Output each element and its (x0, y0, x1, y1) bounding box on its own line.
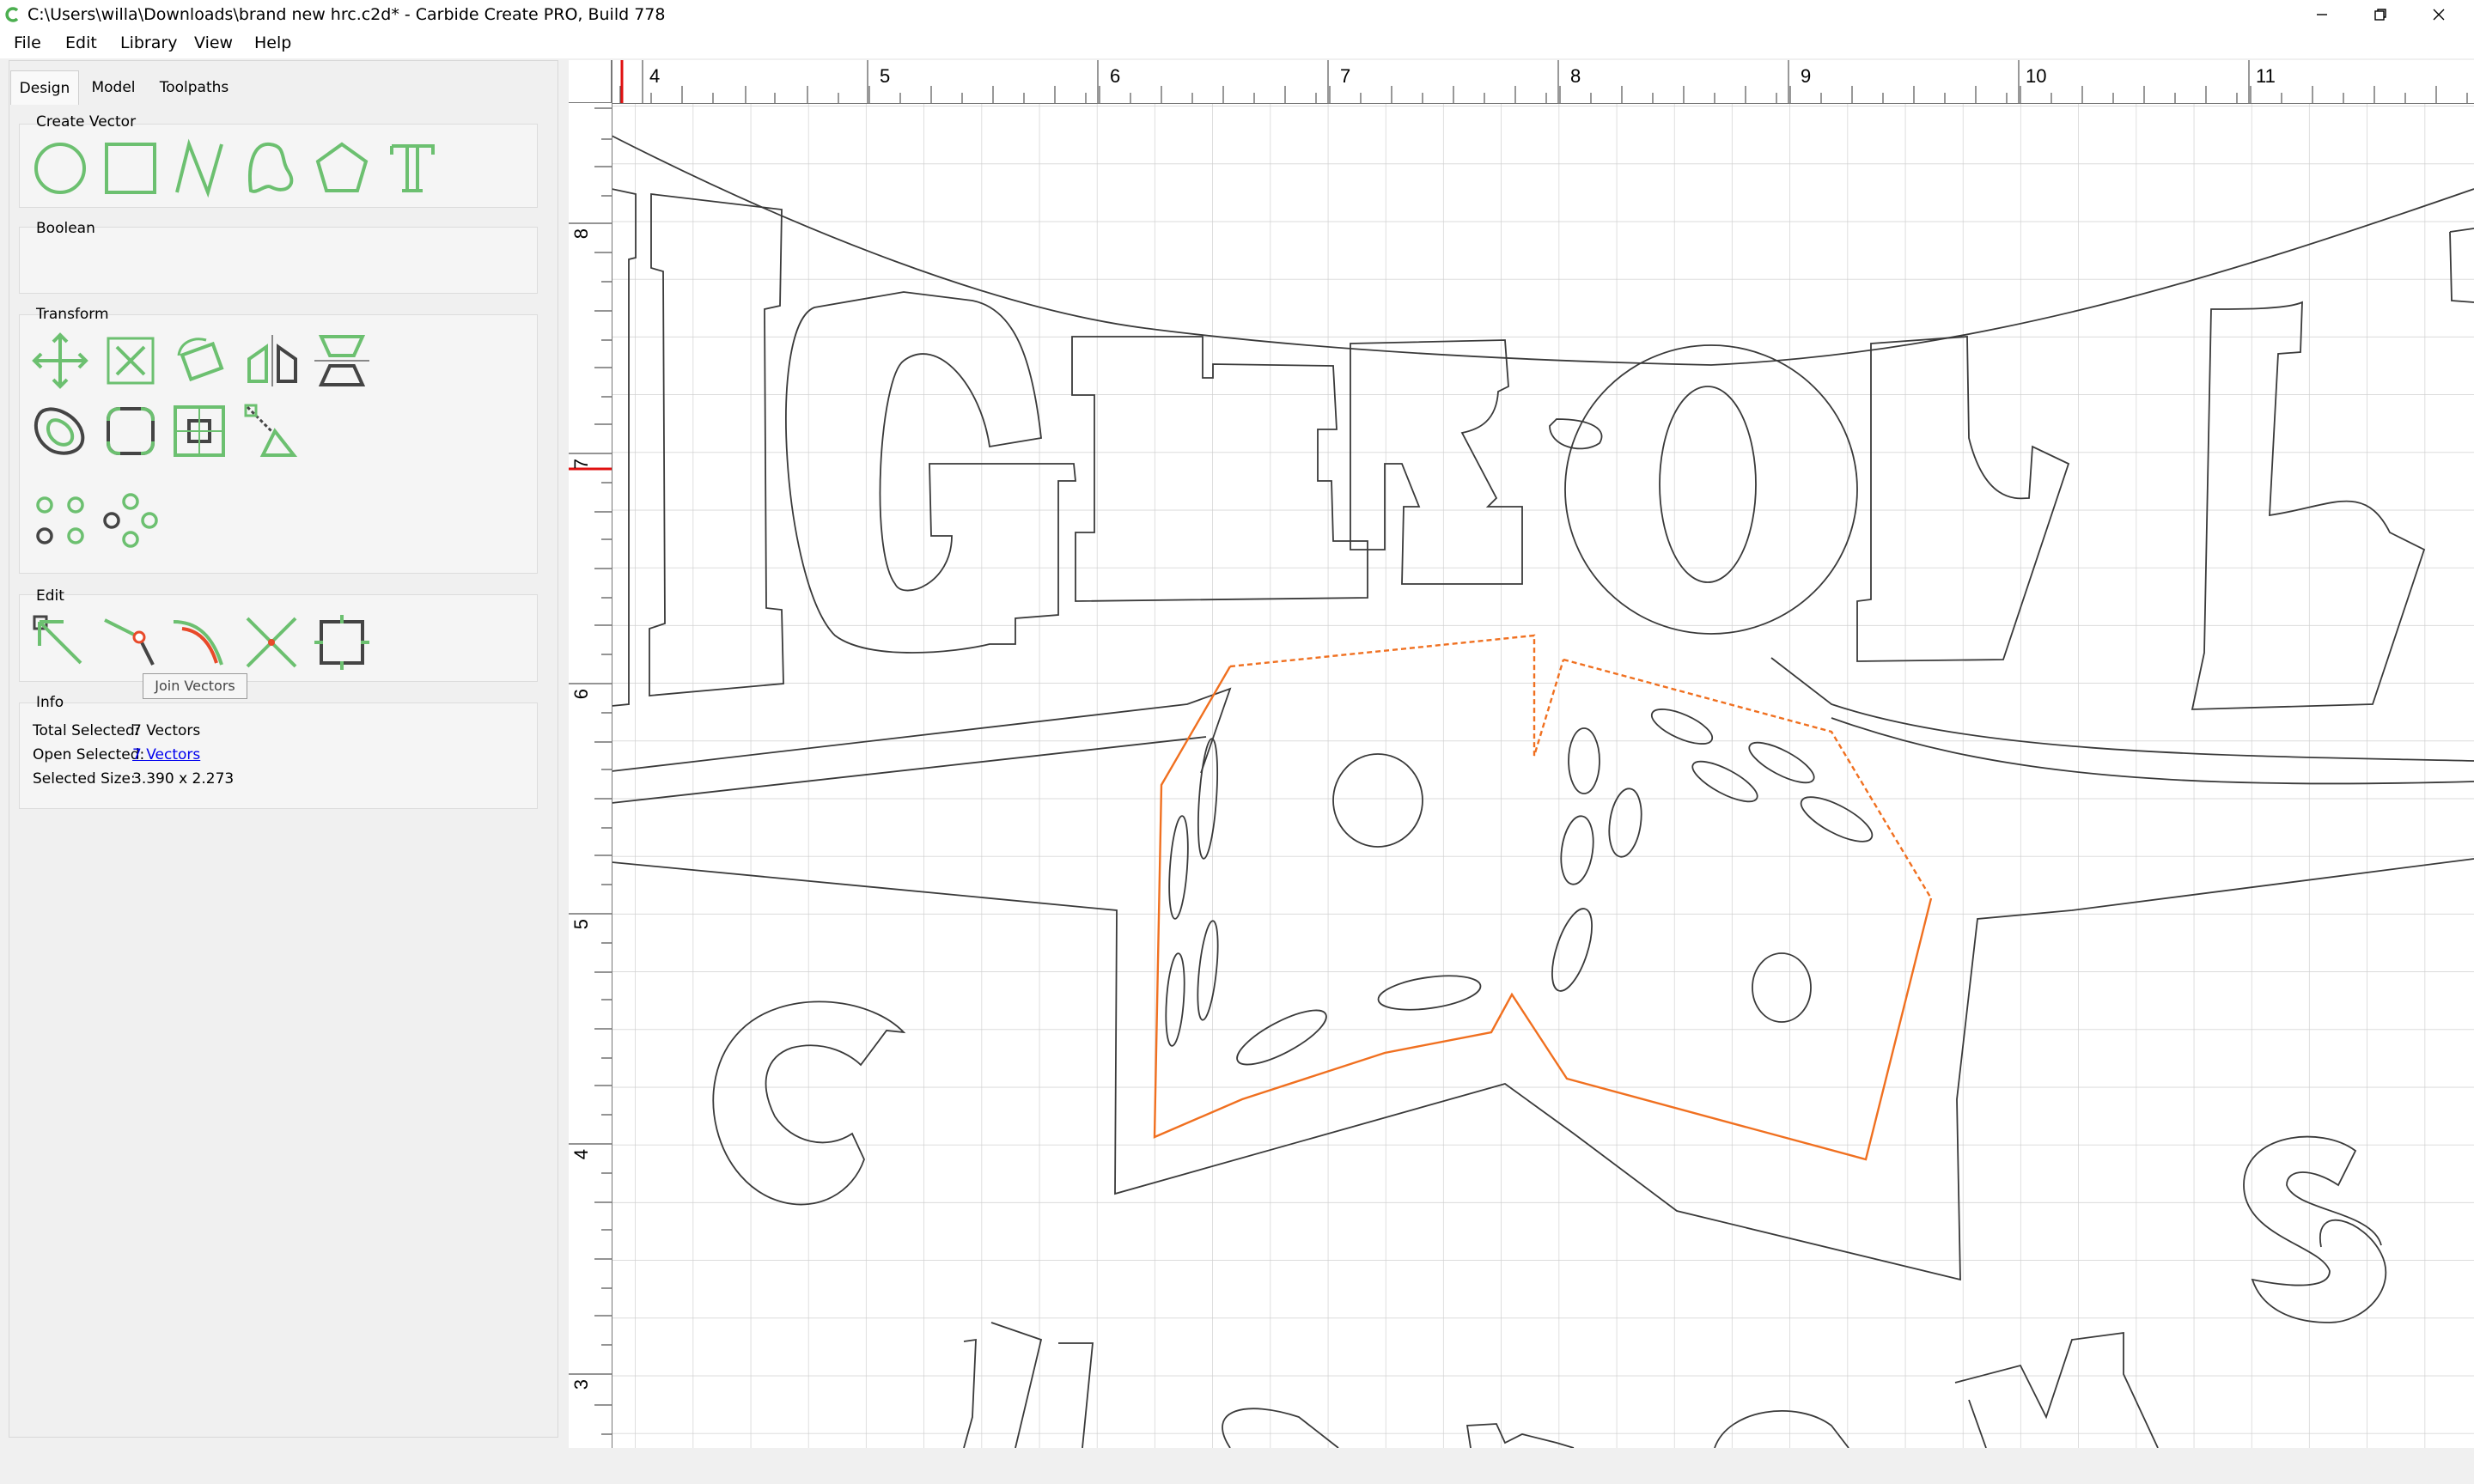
menu-view[interactable]: View (194, 33, 233, 53)
ruler-x-label: 5 (880, 65, 890, 87)
ruler-x-label: 4 (649, 65, 660, 87)
total-selected-label: Total Selected: (33, 722, 140, 739)
boolean-group (19, 227, 538, 294)
restore-button[interactable] (2352, 0, 2409, 29)
info-title: Info (36, 694, 64, 711)
ruler-x-label: 7 (1340, 65, 1350, 87)
ruler-x-label: 10 (2026, 65, 2046, 87)
circle-tool-icon[interactable] (29, 137, 91, 199)
menu-library[interactable]: Library (120, 33, 177, 53)
minimize-button[interactable] (2294, 0, 2350, 29)
rectangle-tool-icon[interactable] (100, 137, 161, 199)
ruler-y-label: 8 (570, 228, 592, 239)
canvas-drawing[interactable] (612, 103, 2474, 1448)
curve-tool-icon[interactable] (241, 137, 302, 199)
join-vectors-tooltip: Join Vectors (143, 673, 247, 699)
boolean-title: Boolean (36, 220, 95, 237)
rotate-tool-icon[interactable] (168, 330, 230, 392)
node-edit-icon[interactable] (29, 611, 91, 673)
carbide-app-icon (5, 7, 19, 22)
ruler-x-label: 11 (2256, 65, 2276, 87)
circular-array-icon[interactable] (29, 490, 91, 551)
total-selected-value: 7 Vectors (132, 722, 201, 739)
ruler-y-label: 6 (570, 689, 592, 699)
ruler-y-label: 7 (570, 459, 592, 469)
vertical-ruler: 8 7 6 5 4 3 (569, 60, 612, 1448)
create-vector-title: Create Vector (36, 113, 137, 131)
status-strip (0, 1448, 2474, 1484)
align-center-icon[interactable] (168, 400, 230, 462)
ruler-x-label: 9 (1801, 65, 1811, 87)
join-curve-icon[interactable] (168, 611, 230, 673)
polygon-tool-icon[interactable] (311, 137, 373, 199)
mirror-horizontal-icon[interactable] (241, 330, 302, 392)
ruler-corner (569, 60, 612, 103)
offset-tool-icon[interactable] (29, 400, 91, 462)
menu-help[interactable]: Help (254, 33, 291, 53)
move-tool-icon[interactable] (29, 330, 91, 392)
minimize-icon (2317, 14, 2327, 15)
align-corner-icon[interactable] (241, 400, 302, 462)
ruler-x-label: 6 (1110, 65, 1120, 87)
window-title: C:\Users\willa\Downloads\brand new hrc.c… (27, 5, 666, 24)
close-button[interactable] (2410, 0, 2467, 29)
transform-title: Transform (36, 306, 109, 323)
text-tool-icon[interactable] (381, 137, 443, 199)
bounding-box-icon[interactable] (311, 611, 373, 673)
join-vectors-icon[interactable] (100, 611, 161, 673)
open-selected-label: Open Selected: (33, 746, 145, 763)
ruler-y-label: 5 (570, 919, 592, 929)
restore-icon (2374, 9, 2386, 21)
tab-design[interactable]: Design (10, 70, 79, 105)
polyline-tool-icon[interactable] (168, 137, 230, 199)
menu-bar (0, 29, 2474, 58)
menu-file[interactable]: File (14, 33, 41, 53)
menu-edit[interactable]: Edit (65, 33, 97, 53)
trim-tool-icon[interactable] (241, 611, 302, 673)
edit-title: Edit (36, 587, 64, 605)
scale-tool-icon[interactable] (100, 330, 161, 392)
ruler-y-label: 4 (570, 1149, 592, 1159)
selected-size-label: Selected Size: (33, 770, 136, 788)
open-selected-link[interactable]: 7 Vectors (132, 745, 200, 764)
ruler-x-label: 8 (1570, 65, 1581, 87)
linear-array-icon[interactable] (100, 490, 161, 551)
fillet-tool-icon[interactable] (100, 400, 161, 462)
tab-toolpaths[interactable]: Toolpaths (151, 70, 237, 105)
selected-size-value: 3.390 x 2.273 (132, 770, 235, 788)
ruler-y-label: 3 (570, 1379, 592, 1390)
horizontal-ruler: 4 5 6 7 8 9 10 11 (569, 60, 2474, 104)
canvas-grid (612, 103, 2474, 1448)
close-icon (2433, 9, 2445, 21)
tab-model[interactable]: Model (86, 70, 141, 105)
mirror-vertical-icon[interactable] (311, 330, 373, 392)
